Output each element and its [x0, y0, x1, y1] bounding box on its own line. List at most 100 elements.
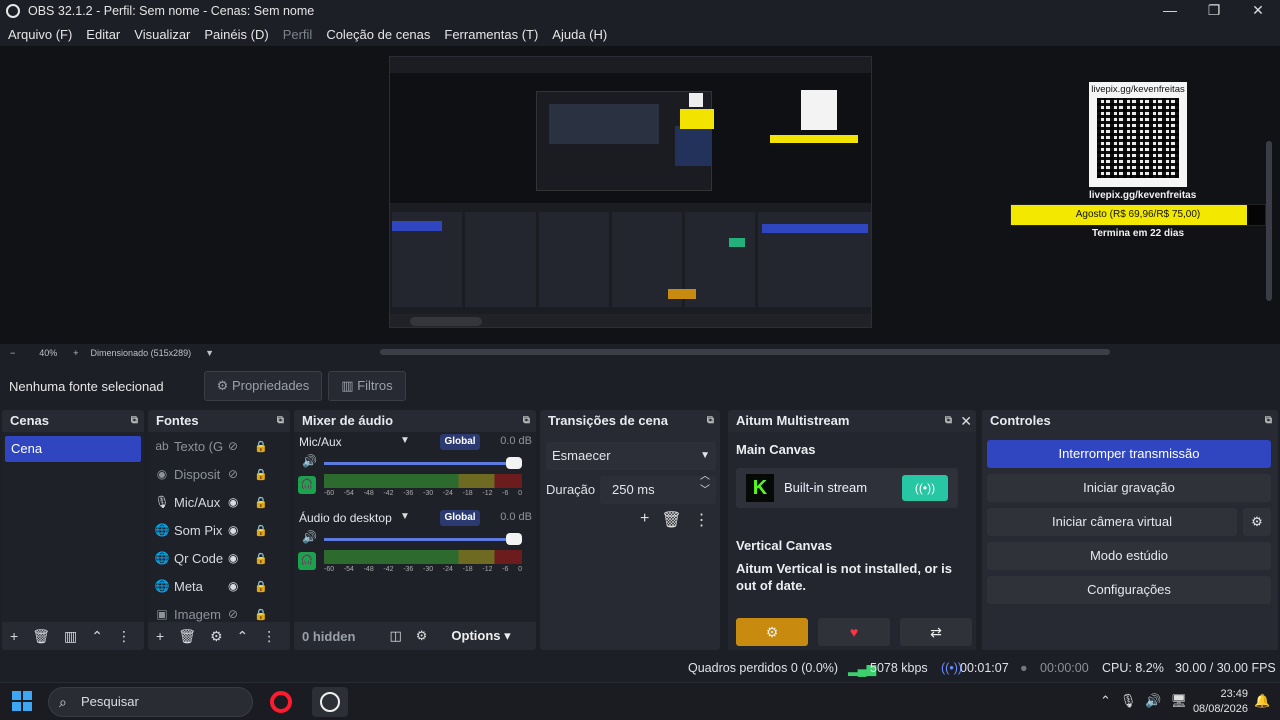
float-dock-icon[interactable]: ⧉: [707, 410, 714, 432]
menu-help[interactable]: Ajuda (H): [552, 27, 607, 42]
meter-tick-label: -12: [482, 490, 493, 497]
float-dock-icon[interactable]: ⧉: [131, 410, 138, 432]
add-scene-icon[interactable]: +: [10, 628, 18, 644]
preview-horizontal-scrollbar[interactable]: [380, 349, 1110, 355]
stop-stream-button[interactable]: Interromper transmissão: [987, 440, 1271, 468]
aitum-settings-button[interactable]: ⚙: [736, 618, 808, 646]
lock-icon[interactable]: 🔒: [254, 580, 268, 593]
menu-profile[interactable]: Perfil: [283, 27, 313, 42]
preview-vertical-scrollbar[interactable]: [1266, 141, 1272, 301]
source-item[interactable]: 🌐 Som Pix ◉ 🔒: [148, 516, 290, 544]
zoom-in-button[interactable]: +: [73, 348, 78, 358]
move-up-icon[interactable]: ⌃: [237, 628, 249, 645]
global-badge[interactable]: Global: [440, 510, 480, 526]
eye-off-icon[interactable]: ⊘: [228, 607, 238, 621]
properties-button[interactable]: ⚙ Propriedades: [203, 371, 323, 401]
more-icon[interactable]: ⋮: [262, 628, 276, 645]
transition-select[interactable]: Esmaecer ▼: [546, 442, 716, 470]
taskbar-clock[interactable]: 23:49 08/08/2026: [1192, 687, 1248, 717]
aitum-link-button[interactable]: ⇄: [900, 618, 972, 646]
speaker-icon[interactable]: 🔊: [302, 530, 317, 544]
float-dock-icon[interactable]: ⧉: [945, 410, 952, 432]
lock-icon[interactable]: 🔒: [254, 468, 268, 481]
source-settings-icon[interactable]: ⚙: [210, 628, 223, 645]
chevron-up-icon[interactable]: ⌃: [1100, 693, 1111, 709]
chevron-down-icon[interactable]: ▼: [400, 511, 410, 522]
eye-off-icon[interactable]: ⊘: [228, 439, 238, 453]
menu-view[interactable]: Visualizar: [134, 27, 190, 42]
filters-button[interactable]: ▥ Filtros: [328, 371, 406, 401]
move-up-icon[interactable]: ⌃: [91, 628, 103, 645]
minimize-button[interactable]: —: [1148, 0, 1192, 22]
no-source-selected: Nenhuma fonte selecionad: [9, 378, 164, 394]
spin-arrows-icon[interactable]: ︿ ﹀: [700, 470, 710, 498]
volume-knob[interactable]: [506, 533, 522, 545]
layout-icon[interactable]: ◫: [389, 628, 401, 644]
chevron-down-icon[interactable]: ▼: [400, 435, 410, 446]
eye-icon[interactable]: ◉: [228, 495, 238, 509]
zoom-out-button[interactable]: −: [10, 348, 15, 358]
taskbar-search[interactable]: ⌕ Pesquisar: [48, 687, 253, 717]
broadcast-toggle-button[interactable]: ((•)): [902, 475, 948, 501]
global-badge[interactable]: Global: [440, 434, 480, 450]
main-canvas-heading: Main Canvas: [736, 442, 816, 457]
notification-bell-icon[interactable]: 🔔: [1254, 693, 1270, 709]
source-item[interactable]: 🎙 Mic/Aux ◉ 🔒: [148, 488, 290, 516]
microphone-icon[interactable]: 🎙: [1120, 693, 1137, 709]
lock-icon[interactable]: 🔒: [254, 496, 268, 509]
float-dock-icon[interactable]: ⧉: [1265, 410, 1272, 432]
float-dock-icon[interactable]: ⧉: [523, 410, 530, 432]
source-item[interactable]: 🌐 Meta ◉ 🔒: [148, 572, 290, 600]
menu-scene-collection[interactable]: Coleção de cenas: [326, 27, 430, 42]
menu-tools[interactable]: Ferramentas (T): [444, 27, 538, 42]
eye-icon[interactable]: ◉: [228, 551, 238, 565]
more-icon[interactable]: ⋮: [694, 510, 710, 530]
close-button[interactable]: ✕: [1236, 0, 1280, 22]
speaker-icon[interactable]: 🔊: [302, 454, 317, 468]
start-virtual-camera-button[interactable]: Iniciar câmera virtual: [987, 508, 1237, 536]
menu-file[interactable]: Arquivo (F): [8, 27, 72, 42]
lock-icon[interactable]: 🔒: [254, 608, 268, 621]
network-icon[interactable]: 🖥: [1171, 693, 1188, 709]
aitum-donate-button[interactable]: ♥: [818, 618, 890, 646]
headphones-icon[interactable]: 🎧: [298, 476, 316, 494]
duration-spinbox[interactable]: 250 ms ︿ ﹀: [600, 471, 716, 504]
obs-taskbar-icon[interactable]: [312, 687, 348, 717]
remove-scene-icon[interactable]: 🗑: [32, 628, 50, 645]
lock-icon[interactable]: 🔒: [254, 440, 268, 453]
more-icon[interactable]: ⋮: [117, 628, 131, 645]
remove-transition-icon[interactable]: 🗑: [661, 510, 681, 530]
volume-icon[interactable]: 🔊: [1145, 693, 1161, 709]
close-icon[interactable]: ✕: [960, 410, 972, 432]
menu-docks[interactable]: Painéis (D): [204, 27, 268, 42]
scene-filters-icon[interactable]: ▥: [64, 628, 77, 645]
eye-off-icon[interactable]: ⊘: [228, 467, 238, 481]
menu-edit[interactable]: Editar: [86, 27, 120, 42]
maximize-button[interactable]: ❐: [1192, 0, 1236, 22]
source-item[interactable]: ab Texto (G ⊘ 🔒: [148, 432, 290, 460]
lock-icon[interactable]: 🔒: [254, 552, 268, 565]
settings-button[interactable]: Configurações: [987, 576, 1271, 604]
lock-icon[interactable]: 🔒: [254, 524, 268, 537]
virtual-camera-settings-button[interactable]: ⚙: [1243, 508, 1271, 536]
remove-source-icon[interactable]: 🗑: [178, 628, 196, 645]
start-recording-button[interactable]: Iniciar gravação: [987, 474, 1271, 502]
scale-mode-dropdown[interactable]: ▼: [205, 348, 214, 358]
studio-mode-button[interactable]: Modo estúdio: [987, 542, 1271, 570]
opera-icon[interactable]: [270, 691, 292, 713]
volume-knob[interactable]: [506, 457, 522, 469]
source-item[interactable]: 🌐 Qr Code ◉ 🔒: [148, 544, 290, 572]
eye-icon[interactable]: ◉: [228, 579, 238, 593]
add-transition-icon[interactable]: +: [640, 510, 649, 530]
windows-start-icon[interactable]: [12, 691, 32, 711]
options-button[interactable]: Options ▾: [451, 628, 510, 644]
float-dock-icon[interactable]: ⧉: [277, 410, 284, 432]
add-source-icon[interactable]: +: [156, 628, 164, 644]
source-item[interactable]: ◉ Disposit ⊘ 🔒: [148, 460, 290, 488]
volume-slider[interactable]: [324, 462, 514, 465]
headphones-icon[interactable]: 🎧: [298, 552, 316, 570]
scene-item-cena[interactable]: Cena: [5, 436, 141, 462]
mixer-settings-icon[interactable]: ⚙: [416, 628, 428, 644]
volume-slider[interactable]: [324, 538, 514, 541]
eye-icon[interactable]: ◉: [228, 523, 238, 537]
